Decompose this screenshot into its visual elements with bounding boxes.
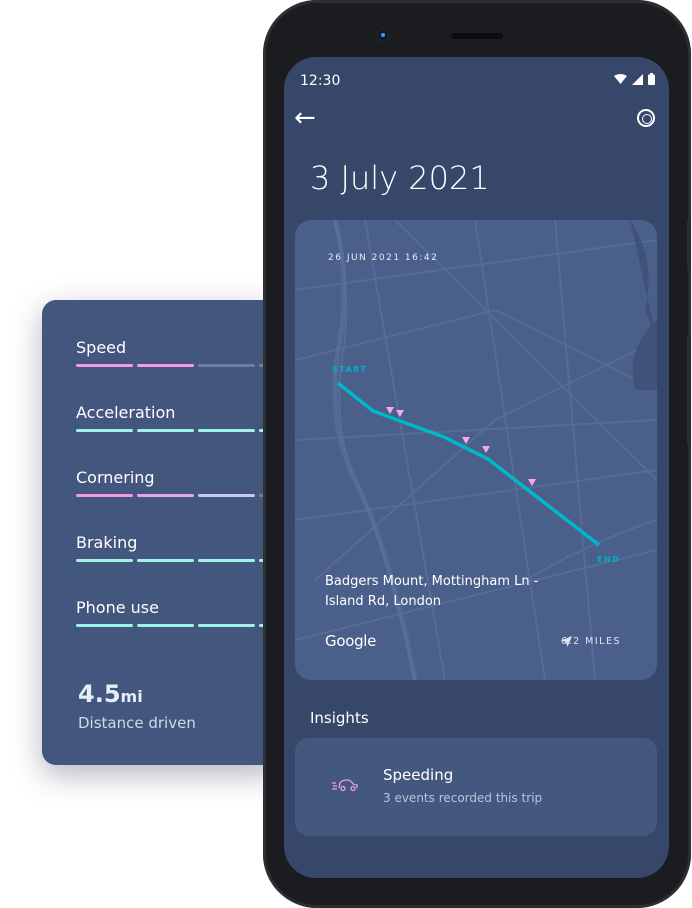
metric-label: Braking <box>76 533 138 552</box>
battery-icon <box>648 73 655 85</box>
speeding-car-icon <box>332 779 358 792</box>
score-segment <box>76 364 133 367</box>
trip-timestamp: 26 JUN 2021 16:42 <box>328 253 439 263</box>
start-label: START <box>332 365 368 374</box>
score-segment <box>137 559 194 562</box>
distance-unit: mi <box>120 687 143 706</box>
score-bar <box>76 624 282 627</box>
trip-map-card[interactable]: 26 JUN 2021 16:42 START END Badgers Moun… <box>295 220 657 680</box>
page-title: 3 July 2021 <box>310 159 490 197</box>
driving-summary-card: Speed Acceleration Cornering Braking Phone u… <box>42 300 282 765</box>
metric-label: Cornering <box>76 468 155 487</box>
score-segment <box>198 559 255 562</box>
navigation-arrow-icon <box>561 636 573 647</box>
score-bar <box>76 559 282 562</box>
metric-label: Phone use <box>76 598 159 617</box>
insight-speeding[interactable]: Speeding 3 events recorded this trip <box>295 738 657 836</box>
score-segment <box>76 559 133 562</box>
score-segment <box>198 429 255 432</box>
wifi-icon <box>614 73 627 84</box>
distance-driven: 4.5mi Distance driven <box>78 680 196 732</box>
speeding-event-marker[interactable] <box>396 410 404 417</box>
speaker <box>451 33 503 39</box>
metric-label: Speed <box>76 338 127 357</box>
metric-cornering: Cornering <box>76 468 282 497</box>
route-line <box>336 381 601 547</box>
arrow-left-icon[interactable]: ← <box>294 105 316 131</box>
score-segment <box>137 494 194 497</box>
distance-label: Distance driven <box>78 714 196 732</box>
metric-acceleration: Acceleration <box>76 403 282 432</box>
end-label: END <box>597 555 621 564</box>
score-segment <box>76 429 133 432</box>
score-bar <box>76 494 282 497</box>
signal-icon <box>632 73 643 85</box>
insights-heading: Insights <box>310 709 369 727</box>
steering-wheel-icon[interactable] <box>637 109 655 127</box>
distance-value: 4.5 <box>78 680 121 708</box>
trip-address: Badgers Mount, Mottingham Ln - Island Rd… <box>325 574 539 609</box>
score-segment <box>76 624 133 627</box>
metric-phone-use: Phone use <box>76 598 282 627</box>
camera <box>378 30 388 40</box>
trip-distance: 6.2 MILES <box>561 636 621 647</box>
score-segment <box>198 624 255 627</box>
status-icons <box>614 73 655 85</box>
power-button <box>687 335 691 445</box>
score-segment <box>137 364 194 367</box>
speeding-event-marker[interactable] <box>386 407 394 414</box>
phone-screen: 12:30 ← 3 July 2021 26 JUN 2021 16:42 ST… <box>284 57 669 878</box>
score-segment <box>198 364 255 367</box>
score-bar <box>76 429 282 432</box>
score-segment <box>198 494 255 497</box>
speeding-event-marker[interactable] <box>528 479 536 486</box>
metric-speed: Speed <box>76 338 282 367</box>
score-bar <box>76 364 282 367</box>
score-segment <box>137 624 194 627</box>
volume-button <box>687 220 691 270</box>
insight-title: Speeding <box>383 766 454 784</box>
score-segment <box>76 494 133 497</box>
metric-label: Acceleration <box>76 403 176 422</box>
status-time: 12:30 <box>300 73 341 89</box>
metric-braking: Braking <box>76 533 282 562</box>
speeding-event-marker[interactable] <box>482 446 490 453</box>
score-segment <box>137 429 194 432</box>
insight-subtitle: 3 events recorded this trip <box>383 791 543 805</box>
google-logo: Google <box>325 632 377 650</box>
